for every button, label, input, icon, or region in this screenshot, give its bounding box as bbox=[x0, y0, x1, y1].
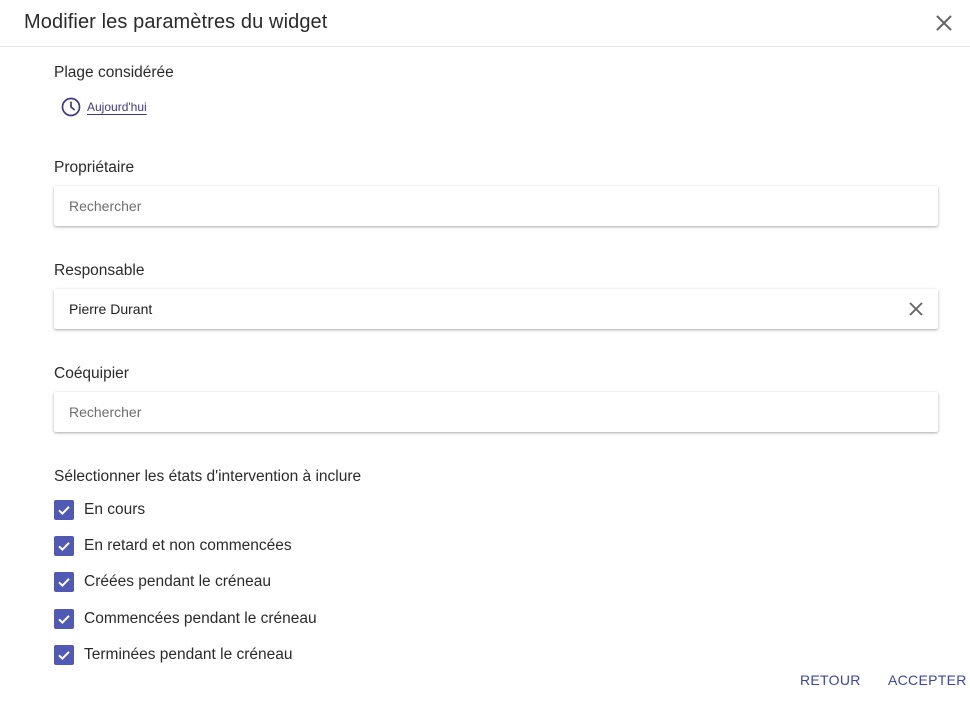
clear-icon bbox=[909, 302, 923, 316]
state-option-commencees[interactable]: Commencées pendant le créneau bbox=[54, 608, 317, 630]
widget-settings-dialog: Modifier les paramètres du widget Plage … bbox=[0, 0, 970, 716]
state-checkbox[interactable] bbox=[54, 500, 74, 520]
close-button[interactable] bbox=[932, 11, 956, 35]
state-option-creees[interactable]: Créées pendant le créneau bbox=[54, 571, 271, 593]
close-icon bbox=[936, 15, 952, 31]
state-checkbox[interactable] bbox=[54, 572, 74, 592]
teammate-field bbox=[54, 392, 938, 432]
dialog-title: Modifier les paramètres du widget bbox=[24, 11, 328, 33]
range-selector-link[interactable]: Aujourd'hui bbox=[61, 96, 147, 118]
checkmark-icon bbox=[58, 651, 70, 661]
state-checkbox[interactable] bbox=[54, 645, 74, 665]
state-option-terminees[interactable]: Terminées pendant le créneau bbox=[54, 644, 293, 666]
state-option-en-retard[interactable]: En retard et non commencées bbox=[54, 535, 292, 557]
checkmark-icon bbox=[58, 615, 70, 625]
state-checkbox[interactable] bbox=[54, 536, 74, 556]
checkmark-icon bbox=[58, 578, 70, 588]
back-button[interactable]: RETOUR bbox=[800, 670, 861, 690]
responsible-label: Responsable bbox=[54, 262, 145, 279]
teammate-search-input[interactable] bbox=[54, 392, 938, 432]
owner-field bbox=[54, 186, 938, 226]
checkmark-icon bbox=[58, 542, 70, 552]
range-label: Plage considérée bbox=[54, 64, 174, 81]
state-label: Terminées pendant le créneau bbox=[84, 646, 293, 663]
dialog-header: Modifier les paramètres du widget bbox=[0, 0, 970, 47]
owner-label: Propriétaire bbox=[54, 159, 135, 176]
responsible-input[interactable] bbox=[54, 289, 938, 329]
state-label: Commencées pendant le créneau bbox=[84, 610, 317, 627]
clock-icon bbox=[61, 97, 81, 117]
range-value: Aujourd'hui bbox=[87, 100, 147, 114]
accept-button[interactable]: ACCEPTER bbox=[888, 670, 967, 690]
state-option-en-cours[interactable]: En cours bbox=[54, 499, 145, 521]
teammate-label: Coéquipier bbox=[54, 365, 129, 382]
responsible-field bbox=[54, 289, 938, 329]
states-label: Sélectionner les états d'intervention à … bbox=[54, 468, 362, 485]
state-label: En retard et non commencées bbox=[84, 537, 292, 554]
state-label: En cours bbox=[84, 501, 146, 518]
state-label: Créées pendant le créneau bbox=[84, 573, 271, 590]
clear-responsible-button[interactable] bbox=[906, 299, 926, 319]
owner-search-input[interactable] bbox=[54, 186, 938, 226]
state-checkbox[interactable] bbox=[54, 609, 74, 629]
checkmark-icon bbox=[58, 506, 70, 516]
